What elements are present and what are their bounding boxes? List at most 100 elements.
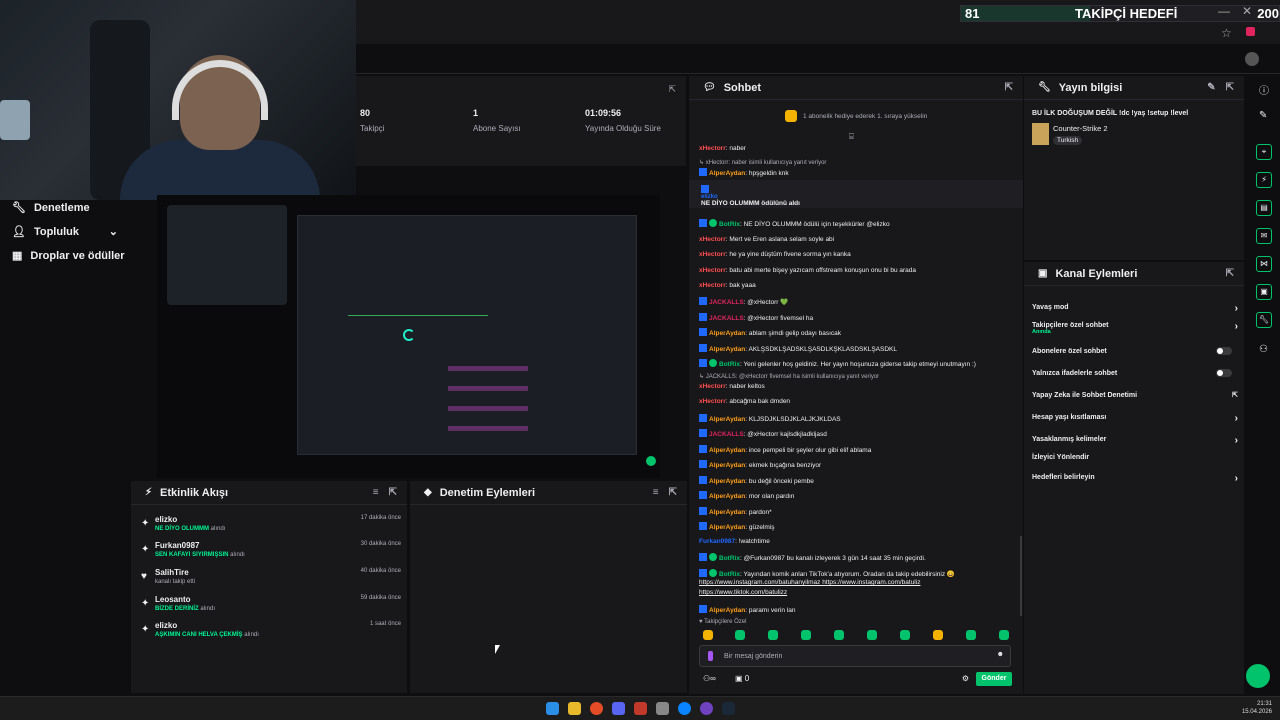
moderation-title: Denetim Eylemleri: [439, 486, 536, 499]
action-followers-only[interactable]: Takipçilere özel sohbet Anında ›: [1032, 321, 1238, 335]
nav-item-droplar[interactable]: ▦ Droplar ve ödüller: [12, 249, 125, 263]
filter-icon[interactable]: ≡: [653, 487, 659, 498]
rail-chat-icon[interactable]: ✉: [1256, 228, 1272, 244]
folder-icon[interactable]: [568, 702, 581, 715]
minimize-button[interactable]: —: [1218, 4, 1230, 18]
action-raid[interactable]: İzleyici Yönlendir: [1032, 454, 1238, 461]
pin-icon[interactable]: ⌸: [849, 132, 854, 142]
chat-link[interactable]: https://www.instagram.com/batuhanyilmaz …: [699, 579, 1017, 586]
popout-icon[interactable]: ⇱: [669, 487, 677, 498]
chat-input[interactable]: Bir mesaj gönderin ☻: [699, 645, 1011, 667]
stream-preview[interactable]: [157, 195, 660, 478]
app-icon[interactable]: [700, 702, 713, 715]
chat-message: BotRix: NE DİYO OLUMMM ödülü için teşekk…: [699, 219, 1017, 228]
rail-link-icon[interactable]: ⋈: [1256, 256, 1272, 272]
heart-icon: ♥: [141, 571, 147, 582]
gear-icon[interactable]: ⚙: [962, 674, 969, 683]
chat-message: AlperAydan: bu değil önceki pembe: [699, 476, 1017, 485]
info-icon[interactable]: ⓘ: [1259, 82, 1269, 97]
nav-item-denetleme[interactable]: 🔧︎ Denetleme: [12, 201, 90, 215]
chat-message: AlperAydan: KLJSDJKLSDJKLALJKJKLDAS: [699, 414, 1017, 423]
emote-icon[interactable]: [801, 630, 811, 640]
action-emote-only[interactable]: Yalnızca ifadelerle sohbet: [1032, 369, 1238, 377]
scrollbar[interactable]: [1020, 536, 1022, 616]
edit-icon[interactable]: ✎: [1207, 82, 1215, 93]
gift-badge-icon: [785, 110, 797, 122]
chat-message: AlperAydan: ekmek bıçağına benziyor: [699, 460, 1017, 469]
chat-message: BotRix: Yeni gelenler hoş geldiniz. Her …: [699, 359, 1017, 368]
action-subs-only[interactable]: Abonelere özel sohbet: [1032, 347, 1238, 355]
popout-icon[interactable]: ⇱: [389, 487, 397, 498]
action-banned-words[interactable]: Yasaklanmış kelimeler ›: [1032, 435, 1238, 446]
extension-icon[interactable]: [1246, 27, 1255, 36]
popout-icon[interactable]: ⇱: [1226, 82, 1234, 93]
gift-banner[interactable]: 1 abonelik hediye ederek 1. sıraya yükse…: [785, 110, 927, 122]
emote-icon[interactable]: [834, 630, 844, 640]
action-slow-mode[interactable]: Yavaş mod ›: [1032, 303, 1238, 314]
discord-icon[interactable]: [612, 702, 625, 715]
chat-badge-icon: [699, 460, 707, 468]
rail-doc-icon[interactable]: ▤: [1256, 200, 1272, 216]
list-item: ✦ Leosanto BİZDE DERİNİZ alındı 59 dakik…: [141, 595, 401, 612]
chat-message: xHectorr: Mert ve Eren aslana selam soyl…: [699, 236, 835, 243]
steam-icon[interactable]: [722, 702, 735, 715]
points-counter[interactable]: ▣ 0: [735, 674, 749, 683]
emoji-icon[interactable]: ☻: [997, 651, 1004, 658]
rail-wrench-icon[interactable]: 🔧︎: [1256, 312, 1272, 328]
popout-icon[interactable]: ⇱: [1005, 82, 1013, 93]
system-clock[interactable]: 21:31 15.04.2026: [1242, 700, 1272, 716]
emote-icon[interactable]: [966, 630, 976, 640]
verified-icon: [709, 359, 717, 367]
emote-icon[interactable]: [867, 630, 877, 640]
filter-icon[interactable]: ≡: [373, 487, 379, 498]
chat-badge-icon: [699, 344, 707, 352]
chat-reply: ↳ xHectorr: naber isimli kullanıcıya yan…: [699, 160, 827, 166]
viewers-icon[interactable]: ⚇∞: [703, 674, 716, 683]
emote-icon[interactable]: [768, 630, 778, 640]
activity-feed-panel: ⚡︎ Etkinlik Akışı ≡ ⇱ ✦ elizko NE DİYO OL…: [130, 480, 408, 694]
close-button[interactable]: ✕: [1242, 4, 1252, 18]
chat-badge-icon: [699, 297, 707, 305]
chat-message: xHectorr: naber: [699, 145, 746, 152]
bookmark-star-icon[interactable]: ☆: [1221, 26, 1232, 40]
stat-subscribers: 1 Abone Sayısı: [473, 108, 521, 133]
obs-icon[interactable]: [656, 702, 669, 715]
chat-badge-icon: [699, 328, 707, 336]
action-ai-moderation[interactable]: Yapay Zeka ile Sohbet Denetimi ⇱: [1032, 392, 1238, 399]
emote-icon[interactable]: [735, 630, 745, 640]
reward-icon: ✦: [141, 544, 150, 555]
emote-icon[interactable]: [703, 630, 713, 640]
activity-title: Etkinlik Akışı: [160, 486, 229, 499]
chat-reply: ↳ JACKALLS: @xHectorr fivemsel ha isimli…: [699, 374, 880, 380]
chat-message: xHectorr: bak yaaa: [699, 282, 756, 289]
emote-icon[interactable]: [900, 630, 910, 640]
popout-icon[interactable]: ⇱: [668, 84, 676, 95]
chat-badge-icon: [699, 605, 707, 613]
emote-icon[interactable]: [999, 630, 1009, 640]
pencil-icon[interactable]: ✎: [1259, 110, 1267, 121]
category-thumbnail: [1032, 123, 1049, 145]
start-icon[interactable]: [546, 702, 559, 715]
category-name[interactable]: Counter-Strike 2: [1053, 124, 1108, 133]
chat-badge-icon: [699, 313, 707, 321]
chat-badge-icon: [699, 569, 707, 577]
avatar[interactable]: [1245, 52, 1259, 66]
rail-bolt-icon[interactable]: ⚡︎: [1256, 172, 1272, 188]
emote-icon[interactable]: [933, 630, 943, 640]
send-button[interactable]: Gönder: [976, 672, 1012, 686]
floating-action-button[interactable]: [1246, 664, 1270, 688]
opera-icon[interactable]: [634, 702, 647, 715]
popout-icon[interactable]: ⇱: [1226, 268, 1234, 279]
nav-item-topluluk[interactable]: 👤︎ Topluluk ⌄: [12, 225, 118, 239]
community-icon[interactable]: ⚇: [1259, 344, 1268, 355]
chevron-down-icon: ⌄: [108, 226, 118, 238]
rail-button[interactable]: ⌖: [1256, 144, 1272, 160]
rail-panel-icon[interactable]: ▣: [1256, 284, 1272, 300]
chat-message: JACKALLS: @xHectorr fivemsel ha: [699, 313, 1017, 322]
chat-link[interactable]: https://www.tiktok.com/batulizz: [699, 589, 1017, 596]
action-account-age[interactable]: Hesap yaşı kısıtlaması ›: [1032, 413, 1238, 424]
edge-icon[interactable]: [678, 702, 691, 715]
action-goals[interactable]: Hedefleri belirleyin ›: [1032, 473, 1238, 484]
taskbar: 21:31 15.04.2026: [0, 696, 1280, 720]
chrome-icon[interactable]: [590, 702, 603, 715]
